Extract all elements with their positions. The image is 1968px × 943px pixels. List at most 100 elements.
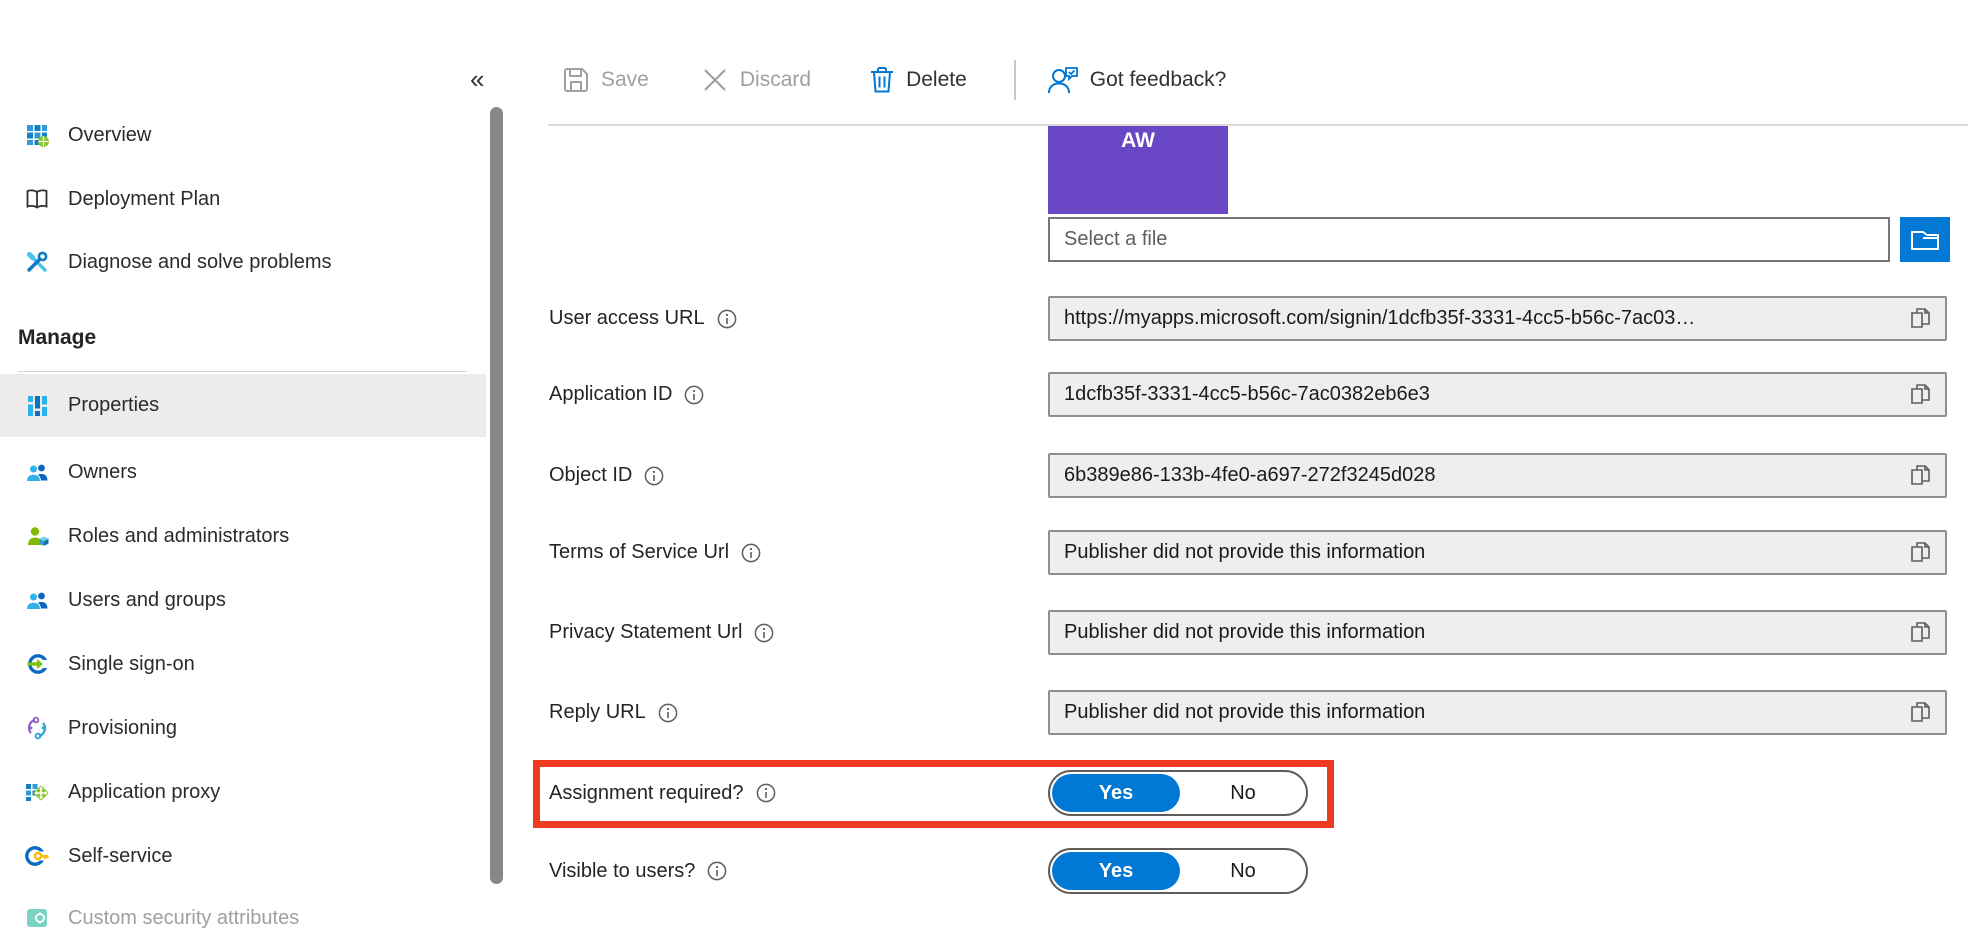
form-row: Reply URL Publisher did not provide this… [549,690,1947,735]
delete-label: Delete [906,68,967,92]
owners-icon [25,460,49,484]
provisioning-icon [25,716,49,740]
discard-icon [701,66,729,94]
field-label: User access URL [549,307,705,330]
sidebar-item-label: Self-service [68,845,172,868]
info-icon[interactable] [658,703,678,723]
copy-icon[interactable] [1909,463,1933,489]
diagnose-icon [25,250,49,274]
copy-icon[interactable] [1909,382,1933,408]
self-service-icon [25,844,49,868]
form-row: Assignment required? Yes No [549,770,1947,816]
sidebar-item-label: Properties [68,394,159,417]
info-icon[interactable] [754,623,774,643]
folder-icon [1910,228,1940,252]
save-label: Save [601,68,649,92]
field-label: Privacy Statement Url [549,621,742,644]
sidebar-item-application-proxy[interactable]: Application proxy [0,767,486,817]
discard-label: Discard [740,68,811,92]
sidebar-item-properties[interactable]: Properties [0,374,486,437]
sidebar-item-label: Custom security attributes [68,907,299,930]
sidebar-item-owners[interactable]: Owners [0,447,486,497]
field-label: Reply URL [549,701,646,724]
copy-icon[interactable] [1909,700,1933,726]
sidebar-item-overview[interactable]: Overview [0,110,486,160]
overview-icon [25,123,49,147]
object-id-field: 6b389e86-133b-4fe0-a697-272f3245d028 [1048,453,1947,498]
save-icon [562,66,590,94]
sidebar-item-provisioning[interactable]: Provisioning [0,703,486,753]
sidebar-item-self-service[interactable]: Self-service [0,831,486,881]
sidebar-item-custom-security-attributes[interactable]: Custom security attributes [0,893,486,943]
sidebar-item-users-groups[interactable]: Users and groups [0,575,486,625]
field-value: 1dcfb35f-3331-4cc5-b56c-7ac0382eb6e3 [1064,383,1909,406]
sidebar-item-label: Application proxy [68,781,220,804]
discard-button[interactable]: Discard [701,66,811,94]
info-icon[interactable] [717,309,737,329]
user-access-url-field: https://myapps.microsoft.com/signin/1dcf… [1048,296,1947,341]
info-icon[interactable] [707,861,727,881]
sidebar-item-diagnose[interactable]: Diagnose and solve problems [0,237,486,287]
delete-button[interactable]: Delete [869,66,967,94]
sidebar-collapse-button[interactable]: « [470,64,484,95]
feedback-icon [1047,65,1079,95]
properties-icon [25,394,49,418]
form-row: Object ID 6b389e86-133b-4fe0-a697-272f32… [549,453,1947,498]
form-row: Application ID 1dcfb35f-3331-4cc5-b56c-7… [549,372,1947,417]
info-icon[interactable] [741,543,761,563]
sidebar-item-label: Owners [68,461,137,484]
sidebar-item-label: Single sign-on [68,653,195,676]
field-label: Application ID [549,383,672,406]
info-icon[interactable] [644,466,664,486]
field-value: https://myapps.microsoft.com/signin/1dcf… [1064,307,1909,330]
toggle-yes-option[interactable]: Yes [1052,852,1180,890]
copy-icon[interactable] [1909,540,1933,566]
sidebar: Overview Deployment Plan Diagnose and so… [0,0,510,921]
sidebar-item-single-sign-on[interactable]: Single sign-on [0,639,486,689]
info-icon[interactable] [684,385,704,405]
sidebar-item-label: Overview [68,124,151,147]
sidebar-item-deployment-plan[interactable]: Deployment Plan [0,174,486,224]
sidebar-section-manage: Manage [18,326,96,350]
custom-security-attributes-icon [25,906,49,930]
field-value: Publisher did not provide this informati… [1064,621,1909,644]
field-value: 6b389e86-133b-4fe0-a697-272f3245d028 [1064,464,1909,487]
app-logo-preview: AW [1048,126,1228,214]
roles-administrators-icon [25,524,49,548]
visible-to-users-toggle[interactable]: Yes No [1048,848,1308,894]
sidebar-scrollbar[interactable] [490,107,503,884]
field-label: Visible to users? [549,860,695,883]
assignment-required-toggle[interactable]: Yes No [1048,770,1308,816]
sidebar-item-roles[interactable]: Roles and administrators [0,511,486,561]
field-label: Object ID [549,464,632,487]
sidebar-divider [18,371,467,372]
form-row: User access URL https://myapps.microsoft… [549,296,1947,341]
copy-icon[interactable] [1909,306,1933,332]
save-button[interactable]: Save [562,66,649,94]
field-value: Publisher did not provide this informati… [1064,701,1909,724]
logo-file-input[interactable] [1048,217,1890,262]
browse-file-button[interactable] [1900,217,1950,262]
delete-icon [869,66,895,94]
toggle-yes-option[interactable]: Yes [1052,774,1180,812]
field-value: Publisher did not provide this informati… [1064,541,1909,564]
toggle-no-option[interactable]: No [1180,860,1306,883]
reply-url-field: Publisher did not provide this informati… [1048,690,1947,735]
users-groups-icon [25,588,49,612]
form-row: Visible to users? Yes No [549,848,1947,894]
copy-icon[interactable] [1909,620,1933,646]
terms-of-service-field: Publisher did not provide this informati… [1048,530,1947,575]
info-icon[interactable] [756,783,776,803]
feedback-label: Got feedback? [1090,68,1227,92]
deployment-plan-icon [25,187,49,211]
sidebar-item-label: Users and groups [68,589,226,612]
toolbar-separator [1014,60,1016,100]
single-sign-on-icon [25,652,49,676]
toggle-no-option[interactable]: No [1180,782,1306,805]
privacy-statement-field: Publisher did not provide this informati… [1048,610,1947,655]
form-row: Terms of Service Url Publisher did not p… [549,530,1947,575]
sidebar-item-label: Deployment Plan [68,188,220,211]
feedback-button[interactable]: Got feedback? [1047,65,1227,95]
sidebar-item-label: Provisioning [68,717,177,740]
sidebar-item-label: Diagnose and solve problems [68,251,332,274]
